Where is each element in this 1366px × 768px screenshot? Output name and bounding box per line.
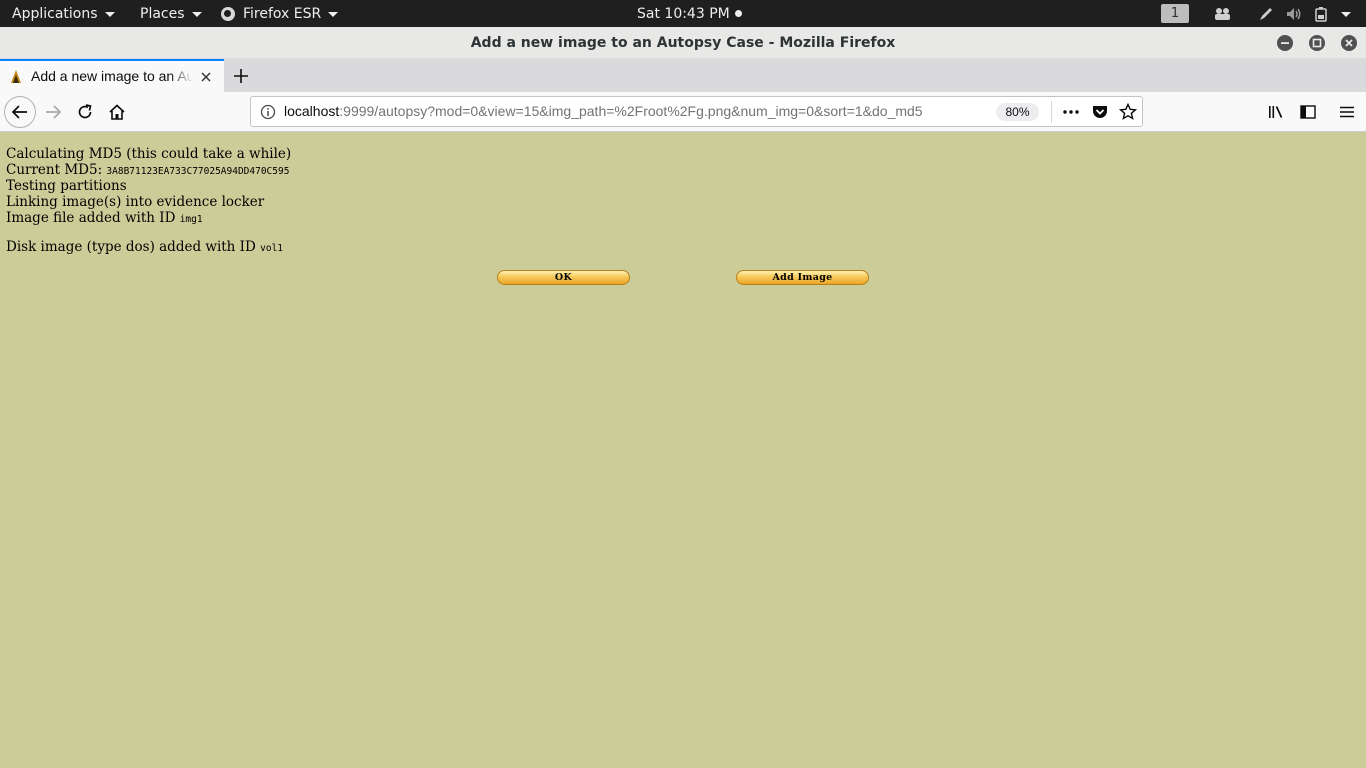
workspace-indicator[interactable]: 1 [1161,4,1189,23]
people-icon[interactable] [1213,5,1231,22]
back-button[interactable] [4,96,36,128]
library-icon[interactable] [1267,103,1285,121]
hamburger-menu-icon[interactable] [1338,103,1356,121]
chevron-down-icon [104,11,115,17]
firefox-app-label: Firefox ESR [243,5,322,22]
applications-label: Applications [12,5,98,22]
ok-button[interactable]: OK [497,270,630,285]
minimize-icon[interactable] [1277,35,1293,51]
back-arrow-icon [11,105,27,119]
status-line-testing: Testing partitions [6,178,127,194]
status-text: Image file added with ID [6,210,180,226]
navigation-toolbar: localhost:9999/autopsy?mod=0&view=15&img… [0,92,1366,132]
home-icon[interactable] [108,103,126,121]
status-line-md5-calc: Calculating MD5 (this could take a while… [6,146,291,162]
status-text: Linking image(s) into evidence locker [6,194,265,210]
status-text: Current MD5: [6,162,107,178]
page-content: Calculating MD5 (this could take a while… [0,132,1366,768]
status-text: Testing partitions [6,178,127,194]
status-line-linking: Linking image(s) into evidence locker [6,194,264,210]
bookmark-star-icon[interactable] [1119,103,1137,121]
url-bar[interactable]: localhost:9999/autopsy?mod=0&view=15&img… [250,96,1143,127]
volume-icon[interactable] [1285,5,1303,22]
applications-menu[interactable]: Applications [12,0,115,27]
chevron-down-icon [328,11,339,17]
page-actions-icon[interactable] [1062,103,1080,121]
tab-label: Add a new image to an Autopsy Case [31,68,193,84]
info-icon[interactable] [260,104,276,120]
close-tab-icon[interactable] [198,69,214,85]
image-id: img1 [179,214,203,225]
pocket-icon[interactable] [1091,103,1109,121]
status-line-image-added: Image file added with ID img1 [6,210,203,228]
volume-id: vol1 [260,243,284,254]
chevron-down-icon [191,11,202,17]
tab-autopsy[interactable]: Add a new image to an Autopsy Case [0,59,224,92]
places-menu[interactable]: Places [140,0,202,27]
top-panel: Applications Places Firefox ESR Sat 10:4… [0,0,1366,27]
window-titlebar: Add a new image to an Autopsy Case - Moz… [0,27,1366,59]
forward-arrow-icon[interactable] [44,103,62,121]
status-text: Calculating MD5 (this could take a while… [6,146,292,162]
clock-label: Sat 10:43 PM [637,5,730,22]
firefox-icon [221,6,235,21]
md5-value: 3A8B71123EA733C77025A94DD470C595 [106,166,290,177]
url-path: :9999/autopsy?mod=0&view=15&img_path=%2F… [339,103,923,119]
tab-strip: Add a new image to an Autopsy Case [0,59,1366,92]
maximize-icon[interactable] [1309,35,1325,51]
notification-dot-icon [734,10,742,17]
url-separator [1051,101,1052,123]
sidebar-toggle-icon[interactable] [1299,103,1317,121]
battery-icon[interactable] [1313,5,1331,22]
pen-icon[interactable] [1257,5,1275,22]
new-tab-plus-icon[interactable] [231,66,251,86]
clock[interactable]: Sat 10:43 PM [637,0,742,27]
firefox-app-menu[interactable]: Firefox ESR [221,0,339,27]
url-text[interactable]: localhost:9999/autopsy?mod=0&view=15&img… [284,103,964,119]
autopsy-favicon-icon [8,68,24,84]
add-image-button[interactable]: Add Image [736,270,869,285]
places-label: Places [140,5,185,22]
url-host: localhost [284,103,340,119]
system-menu-chevron-icon[interactable] [1337,5,1355,22]
status-line-disk-added: Disk image (type dos) added with ID vol1 [6,239,283,257]
url-fade [931,102,971,122]
reload-icon[interactable] [76,103,94,121]
window-title: Add a new image to an Autopsy Case - Moz… [470,34,896,51]
zoom-level-button[interactable]: 80% [996,103,1039,121]
status-text: Disk image (type dos) added with ID [6,239,261,255]
close-window-icon[interactable] [1341,35,1357,51]
